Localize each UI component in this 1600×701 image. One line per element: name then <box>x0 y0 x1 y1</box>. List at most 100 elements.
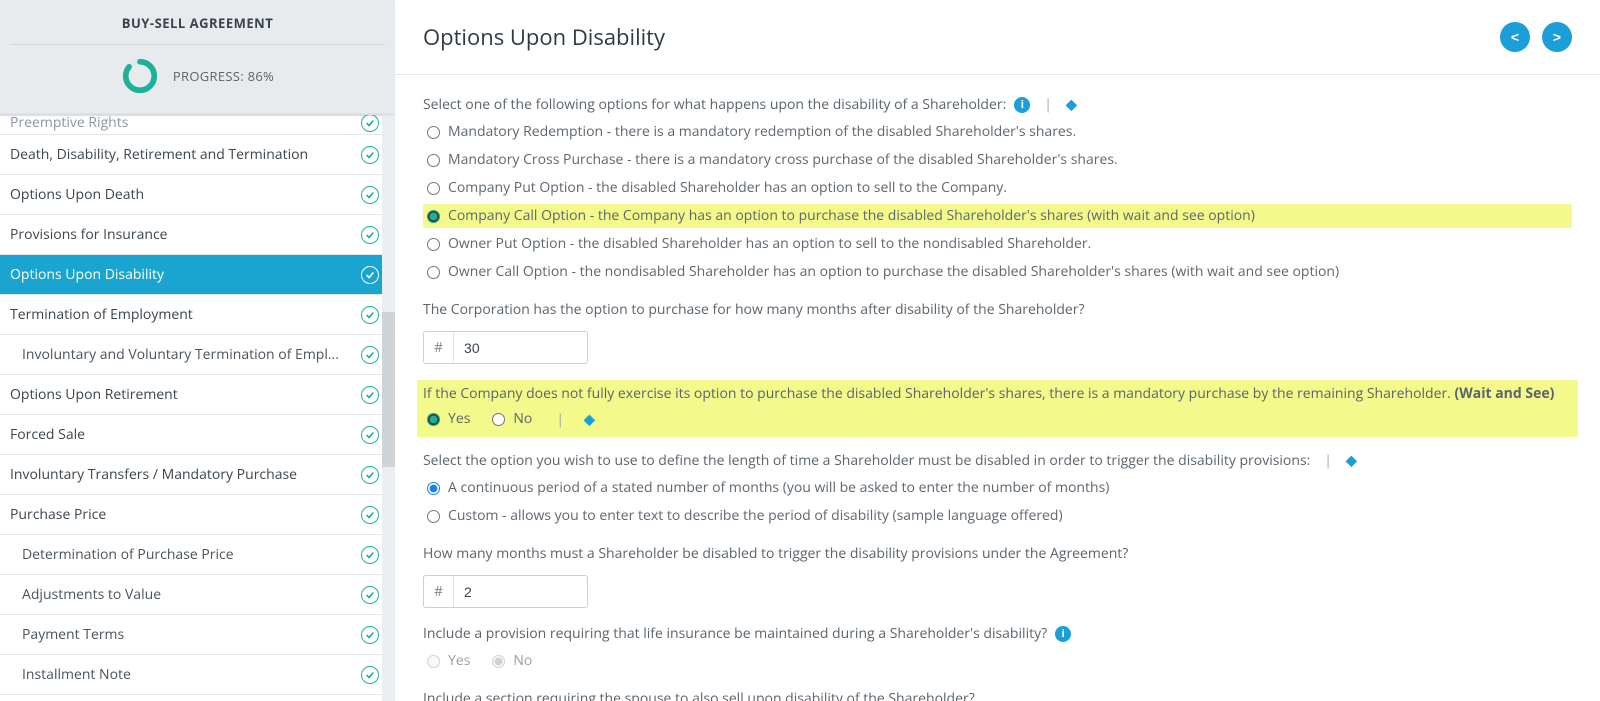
question-disability-option: Select one of the following options for … <box>423 95 1572 284</box>
sidebar-item-label: Installment Note <box>22 665 131 684</box>
check-icon <box>361 386 379 404</box>
q1-option-label: Owner Put Option - the disabled Sharehol… <box>448 233 1091 255</box>
sidebar-item-label: Preemptive Rights <box>10 114 128 132</box>
q1-option[interactable]: Company Call Option - the Company has an… <box>423 204 1572 228</box>
q5-prompt: How many months must a Shareholder be di… <box>423 544 1572 563</box>
q7-prompt: Include a section requiring the spouse t… <box>423 689 1572 701</box>
sidebar: BUY-SELL AGREEMENT PROGRESS: 86% Preempt… <box>0 0 395 701</box>
sidebar-item[interactable]: Involuntary Transfers / Mandatory Purcha… <box>0 455 395 495</box>
q3-no-label: No <box>513 408 532 430</box>
check-icon <box>361 266 379 284</box>
q1-option[interactable]: Owner Put Option - the disabled Sharehol… <box>423 232 1572 256</box>
sidebar-item[interactable]: Adjustments to Value <box>0 575 395 615</box>
check-icon <box>361 306 379 324</box>
check-icon <box>361 114 379 132</box>
check-icon <box>361 426 379 444</box>
question-wait-and-see: If the Company does not fully exercise i… <box>417 380 1578 437</box>
sidebar-item-label: Forced Sale <box>10 425 85 444</box>
clear-icon[interactable]: ◆ <box>1346 451 1357 470</box>
q3-prompt-text: If the Company does not fully exercise i… <box>423 384 1455 403</box>
progress-label: PROGRESS: 86% <box>173 67 274 85</box>
q1-option-label: Mandatory Redemption - there is a mandat… <box>448 121 1076 143</box>
check-icon <box>361 146 379 164</box>
check-icon <box>361 586 379 604</box>
sidebar-item[interactable]: Death, Disability, Retirement and Termin… <box>0 135 395 175</box>
q4-option[interactable]: A continuous period of a stated number o… <box>423 476 1572 500</box>
sidebar-item-label: Payment Terms <box>22 625 124 644</box>
sidebar-scroll-area: Preemptive Rights Death, Disability, Reti… <box>0 114 395 701</box>
sidebar-item-label: Determination of Purchase Price <box>22 545 234 564</box>
check-icon <box>361 666 379 684</box>
clear-icon[interactable]: ◆ <box>584 410 595 429</box>
q1-option-label: Company Put Option - the disabled Shareh… <box>448 177 1007 199</box>
sidebar-item[interactable]: Forced Sale <box>0 415 395 455</box>
sidebar-item[interactable]: Provisions for Insurance <box>0 215 395 255</box>
q4-prompt: Select the option you wish to use to def… <box>423 451 1572 470</box>
clear-icon[interactable]: ◆ <box>1066 95 1077 114</box>
question-spouse-sell: Include a section requiring the spouse t… <box>423 689 1572 701</box>
q6-prompt-text: Include a provision requiring that life … <box>423 624 1047 643</box>
page-header: Options Upon Disability < > <box>395 0 1600 75</box>
sidebar-item-label: Involuntary Transfers / Mandatory Purcha… <box>10 465 297 484</box>
sidebar-item[interactable]: Payment Terms <box>0 615 395 655</box>
sidebar-item[interactable]: Installment Note <box>0 655 395 695</box>
sidebar-nav: Preemptive Rights Death, Disability, Reti… <box>0 115 395 695</box>
months-input[interactable] <box>454 334 587 362</box>
question-life-insurance: Include a provision requiring that life … <box>423 624 1572 673</box>
sidebar-item[interactable]: Preemptive Rights <box>0 115 395 135</box>
sidebar-item-label: Adjustments to Value <box>22 585 161 604</box>
sidebar-item[interactable]: Involuntary and Voluntary Termination of… <box>0 335 395 375</box>
divider <box>10 44 385 45</box>
q3-suffix: (Wait and See) <box>1455 384 1555 403</box>
sidebar-scrollbar-thumb[interactable] <box>382 312 395 467</box>
sidebar-item-label: Options Upon Retirement <box>10 385 178 404</box>
q1-option-label: Company Call Option - the Company has an… <box>448 205 1255 227</box>
prev-button[interactable]: < <box>1500 22 1530 52</box>
check-icon <box>361 466 379 484</box>
progress-row: PROGRESS: 86% <box>0 55 395 101</box>
check-icon <box>361 346 379 364</box>
q1-option[interactable]: Mandatory Cross Purchase - there is a ma… <box>423 148 1572 172</box>
hash-icon: # <box>424 576 454 607</box>
progress-donut-icon <box>121 57 159 95</box>
q3-yes[interactable]: Yes <box>423 407 474 431</box>
question-trigger-months: How many months must a Shareholder be di… <box>423 544 1572 608</box>
sidebar-item[interactable]: Determination of Purchase Price <box>0 535 395 575</box>
sidebar-item[interactable]: Purchase Price <box>0 495 395 535</box>
sidebar-item[interactable]: Options Upon Disability <box>0 255 395 295</box>
q1-option[interactable]: Owner Call Option - the nondisabled Shar… <box>423 260 1572 284</box>
check-icon <box>361 626 379 644</box>
q4-option-label: Custom - allows you to enter text to des… <box>448 505 1063 527</box>
info-icon[interactable]: i <box>1055 626 1071 642</box>
q1-option[interactable]: Company Put Option - the disabled Shareh… <box>423 176 1572 200</box>
info-icon[interactable]: i <box>1014 97 1030 113</box>
separator: | <box>1318 451 1338 470</box>
sidebar-item-label: Options Upon Death <box>10 185 144 204</box>
sidebar-item[interactable]: Termination of Employment <box>0 295 395 335</box>
trigger-months-input[interactable] <box>454 578 587 606</box>
q4-options: A continuous period of a stated number o… <box>423 476 1572 528</box>
sidebar-item[interactable]: Options Upon Retirement <box>0 375 395 415</box>
pager: < > <box>1500 22 1572 52</box>
q3-options: Yes No | ◆ <box>423 407 1572 431</box>
sidebar-item[interactable]: Options Upon Death <box>0 175 395 215</box>
sidebar-header: BUY-SELL AGREEMENT PROGRESS: 86% <box>0 0 395 114</box>
q4-option[interactable]: Custom - allows you to enter text to des… <box>423 504 1572 528</box>
q6-prompt: Include a provision requiring that life … <box>423 624 1572 643</box>
next-button[interactable]: > <box>1542 22 1572 52</box>
question-months-option: The Corporation has the option to purcha… <box>423 300 1572 364</box>
q3-no[interactable]: No <box>488 407 536 431</box>
months-input-group: # <box>423 331 588 364</box>
sidebar-item-label: Purchase Price <box>10 505 106 524</box>
q3-prompt: If the Company does not fully exercise i… <box>423 384 1572 403</box>
q6-no: No <box>488 649 536 673</box>
q1-option[interactable]: Mandatory Redemption - there is a mandat… <box>423 120 1572 144</box>
separator: | <box>550 410 570 429</box>
q1-options: Mandatory Redemption - there is a mandat… <box>423 120 1572 284</box>
check-icon <box>361 546 379 564</box>
sidebar-item-label: Death, Disability, Retirement and Termin… <box>10 145 308 164</box>
sidebar-item-label: Provisions for Insurance <box>10 225 168 244</box>
sidebar-item-label: Termination of Employment <box>10 305 193 324</box>
hash-icon: # <box>424 332 454 363</box>
q1-prompt-text: Select one of the following options for … <box>423 95 1006 114</box>
